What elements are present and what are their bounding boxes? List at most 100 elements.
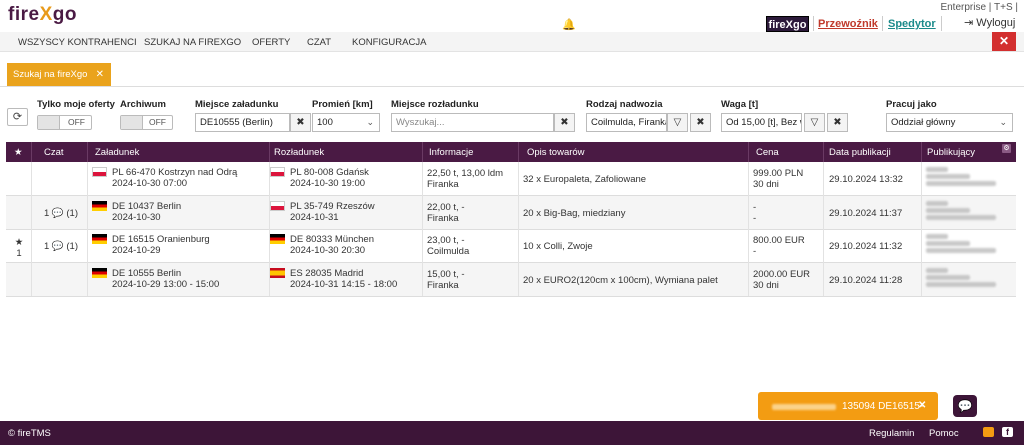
- divider: [882, 16, 883, 31]
- notification-toast[interactable]: 135094 DE16515- ✕: [758, 392, 938, 420]
- weight-label: Waga [t]: [721, 99, 759, 110]
- header-star[interactable]: ★: [14, 147, 23, 158]
- info-cell: 15,00 t, - Firanka: [427, 269, 465, 291]
- header-unloading[interactable]: Rozładunek: [274, 147, 324, 158]
- tab-underline: [0, 86, 1024, 87]
- column-divider: [823, 162, 824, 296]
- own-offers-label: Tylko moje oferty: [37, 99, 115, 110]
- message-icon[interactable]: [983, 427, 994, 437]
- price-cell: --: [753, 202, 757, 224]
- radius-select[interactable]: 100 ⌄: [312, 113, 380, 132]
- table-row[interactable]: 1 💬 (1) DE 10437 Berlin 2024-10-30 PL 35-74…: [6, 196, 1016, 230]
- settings-icon[interactable]: ⚙: [1002, 144, 1011, 153]
- info-cell: 22,50 t, 13,00 ldm Firanka: [427, 168, 504, 190]
- country-flag-icon: [92, 268, 107, 279]
- nav-contractors[interactable]: WSZYSCY KONTRAHENCI: [18, 37, 137, 48]
- country-flag-icon: [270, 268, 285, 279]
- footer-regulamin-link[interactable]: Regulamin: [869, 428, 914, 439]
- table-row[interactable]: PL 66-470 Kostrzyn nad Odrą 2024-10-30 07…: [6, 162, 1016, 196]
- info-cell: 23,00 t, - Coilmulda: [427, 235, 470, 257]
- price-cell: 999.00 PLN 30 dni: [753, 168, 804, 190]
- chat-bubble-icon[interactable]: 💬: [953, 395, 977, 417]
- toast-close-icon[interactable]: ✕: [918, 400, 926, 411]
- logout-icon: ⇥: [964, 17, 974, 29]
- footer: © fireTMS Regulamin Pomoc: [0, 421, 1024, 445]
- weight-input[interactable]: Od 15,00 [t], Bez w: [721, 113, 802, 132]
- header-price[interactable]: Cena: [756, 147, 779, 158]
- header-loading[interactable]: Załadunek: [95, 147, 139, 158]
- pub-date-cell: 29.10.2024 11:37: [829, 208, 903, 219]
- table-header: ★ Czat Załadunek Rozładunek Informacje O…: [6, 142, 1016, 162]
- nav-search-firexgo[interactable]: SZUKAJ NA FIREXGO: [144, 37, 241, 48]
- unloading-cell: PL 80-008 Gdańsk 2024-10-30 19:00: [270, 167, 369, 189]
- refresh-icon: ⟳: [12, 111, 23, 123]
- clear-weight-icon[interactable]: ✖: [827, 113, 848, 132]
- refresh-button[interactable]: ⟳: [7, 108, 28, 126]
- logout-button[interactable]: ⇥ Wyloguj: [964, 16, 1015, 29]
- chat-cell[interactable]: 1 💬 (1): [44, 241, 78, 252]
- toast-text: 135094 DE16515-: [842, 401, 924, 412]
- column-divider: [748, 162, 749, 296]
- archive-label: Archiwum: [120, 99, 166, 110]
- pub-date-cell: 29.10.2024 11:32: [829, 241, 903, 252]
- clear-unloading-icon[interactable]: ✖: [554, 113, 575, 132]
- unloading-place-input[interactable]: Wyszukaj...: [391, 113, 554, 132]
- blurred-text: [772, 404, 836, 410]
- header-publisher[interactable]: Publikujący: [927, 147, 975, 158]
- header-pub-date[interactable]: Data publikacji: [829, 147, 891, 158]
- unloading-cell: PL 35-749 Rzeszów 2024-10-31: [270, 201, 375, 223]
- work-as-select[interactable]: Oddział główny ⌄: [886, 113, 1013, 132]
- table-row[interactable]: ★ 1 1 💬 (1) DE 16515 Oranienburg 2024-10-29…: [6, 229, 1016, 263]
- loading-cell: DE 16515 Oranienburg 2024-10-29: [92, 234, 210, 256]
- column-divider: [269, 162, 270, 296]
- column-divider: [921, 162, 922, 296]
- enterprise-label: Enterprise | T+S |: [940, 2, 1018, 13]
- firexgo-brand-button[interactable]: fireXgo: [766, 16, 809, 32]
- clear-body-type-icon[interactable]: ✖: [690, 113, 711, 132]
- nav-configuration[interactable]: KONFIGURACJA: [352, 37, 426, 48]
- loading-place-input[interactable]: DE10555 (Berlin): [195, 113, 290, 132]
- column-divider: [422, 162, 423, 296]
- tab-close-icon[interactable]: ✕: [96, 63, 104, 86]
- country-flag-icon: [92, 201, 107, 212]
- nav-offers[interactable]: OFERTY: [252, 37, 290, 48]
- column-divider: [87, 162, 88, 296]
- filter-icon[interactable]: ▽: [804, 113, 825, 132]
- price-cell: 800.00 EUR -: [753, 235, 805, 257]
- star-cell[interactable]: ★ 1: [12, 237, 26, 259]
- unloading-cell: ES 28035 Madrid 2024-10-31 14:15 - 18:00: [270, 268, 397, 290]
- bell-icon[interactable]: 🔔: [562, 18, 576, 31]
- body-type-label: Rodzaj nadwozia: [586, 99, 663, 110]
- main-nav: WSZYSCY KONTRAHENCI SZUKAJ NA FIREXGO OF…: [0, 32, 1024, 52]
- przewoznik-link[interactable]: Przewoźnik: [818, 18, 878, 30]
- own-offers-toggle[interactable]: OFF: [37, 115, 92, 130]
- publisher-cell: [926, 165, 1006, 188]
- header-description[interactable]: Opis towarów: [527, 147, 585, 158]
- loading-cell: DE 10437 Berlin 2024-10-30: [92, 201, 181, 223]
- country-flag-icon: [270, 201, 285, 212]
- spedytor-link[interactable]: Spedytor: [888, 18, 936, 30]
- tab-search-firexgo[interactable]: Szukaj na fireXgo ✕: [7, 63, 111, 86]
- app-logo[interactable]: fireXgo: [8, 4, 77, 26]
- unloading-cell: DE 80333 München 2024-10-30 20:30: [270, 234, 374, 256]
- filter-icon[interactable]: ▽: [667, 113, 688, 132]
- loading-cell: PL 66-470 Kostrzyn nad Odrą 2024-10-30 07…: [92, 167, 237, 189]
- footer-help-link[interactable]: Pomoc: [929, 428, 959, 439]
- header-info[interactable]: Informacje: [429, 147, 473, 158]
- country-flag-icon: [92, 167, 107, 178]
- chat-cell[interactable]: 1 💬 (1): [44, 208, 78, 219]
- loading-place-label: Miejsce załadunku: [195, 99, 279, 110]
- loading-cell: DE 10555 Berlin 2024-10-29 13:00 - 15:00: [92, 268, 219, 290]
- radius-label: Promień [km]: [312, 99, 373, 110]
- table-row[interactable]: DE 10555 Berlin 2024-10-29 13:00 - 15:00 E…: [6, 263, 1016, 297]
- archive-toggle[interactable]: OFF: [120, 115, 173, 130]
- clear-loading-icon[interactable]: ✖: [290, 113, 311, 132]
- nav-chat[interactable]: CZAT: [307, 37, 331, 48]
- chevron-down-icon: ⌄: [366, 117, 374, 127]
- close-button[interactable]: ✕: [992, 32, 1016, 51]
- header-chat[interactable]: Czat: [44, 147, 64, 158]
- facebook-icon[interactable]: f: [1002, 427, 1013, 437]
- divider: [941, 16, 942, 31]
- body-type-input[interactable]: Coilmulda, Firanka: [586, 113, 667, 132]
- chevron-down-icon: ⌄: [999, 117, 1007, 127]
